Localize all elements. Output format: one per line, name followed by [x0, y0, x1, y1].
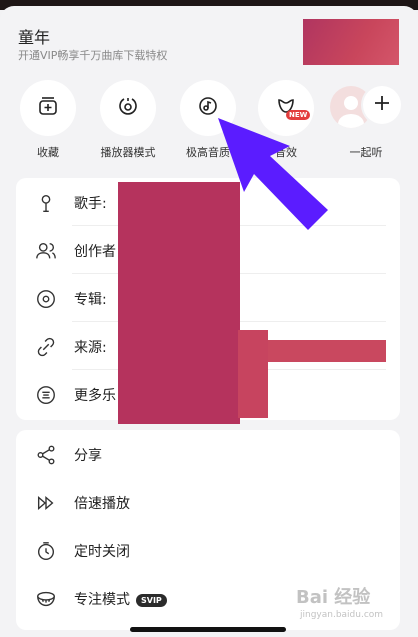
new-badge: NEW	[286, 110, 311, 120]
redaction-block	[118, 182, 240, 424]
share-label: 分享	[74, 448, 102, 464]
album-icon	[32, 285, 60, 313]
focus-mode-icon	[32, 585, 60, 613]
player-mode-icon	[116, 94, 140, 122]
favorite-label: 收藏	[37, 146, 59, 159]
hq-sound-action[interactable]: 极高音质	[170, 80, 246, 160]
share-row[interactable]: 分享	[16, 432, 400, 478]
hq-sound-label: 极高音质	[186, 146, 230, 159]
listen-together-action[interactable]: 一起听	[328, 80, 404, 160]
redaction-block	[268, 340, 386, 362]
singer-icon	[32, 189, 60, 217]
album-cover-redacted	[303, 19, 399, 65]
share-icon	[32, 441, 60, 469]
hq-sound-icon	[196, 94, 220, 122]
source-label: 来源:	[74, 340, 107, 356]
sound-effect-label: 音效	[275, 146, 297, 159]
home-indicator[interactable]	[130, 627, 286, 632]
watermark-url: jingyan.baidu.com	[300, 610, 384, 620]
album-label: 专辑:	[74, 292, 107, 308]
timer-row[interactable]: 定时关闭	[16, 528, 400, 574]
player-mode-label: 播放器模式	[100, 146, 156, 159]
player-mode-action[interactable]: 播放器模式	[90, 80, 166, 160]
song-title: 童年	[18, 28, 51, 47]
watermark: Bai 经验	[296, 587, 371, 608]
singer-label: 歌手:	[74, 196, 107, 212]
vip-promo-text[interactable]: 开通VIP畅享千万曲库下载特权	[18, 47, 167, 63]
speed-icon	[32, 489, 60, 517]
svip-badge: SVIP	[136, 593, 167, 607]
speed-row[interactable]: 倍速播放	[16, 480, 400, 526]
favorite-add-icon	[36, 94, 60, 122]
creator-icon	[32, 237, 60, 265]
speed-label: 倍速播放	[74, 496, 130, 512]
timer-label: 定时关闭	[74, 544, 130, 560]
sound-effect-action[interactable]: NEW 音效	[248, 80, 324, 160]
timer-icon	[32, 537, 60, 565]
redaction-block	[238, 330, 268, 418]
creator-label: 创作者	[74, 244, 116, 260]
listen-together-label: 一起听	[349, 146, 383, 159]
focus-mode-label: 专注模式	[74, 592, 130, 608]
score-icon	[32, 381, 60, 409]
source-icon	[32, 333, 60, 361]
favorite-action[interactable]: 收藏	[10, 80, 86, 160]
more-score-label: 更多乐	[74, 388, 116, 404]
